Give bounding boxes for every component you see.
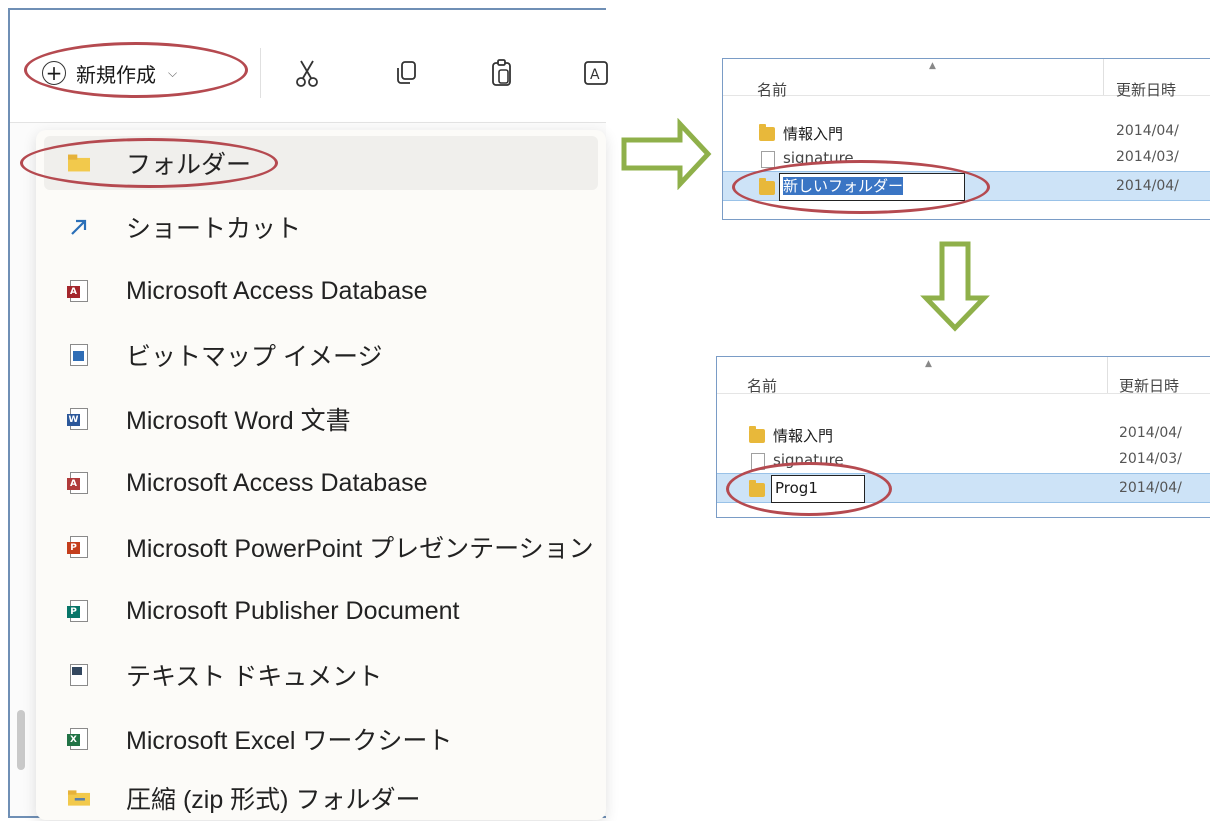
column-header: 名前 ▲ 更新日時 [723, 59, 1210, 99]
folder-icon [749, 480, 765, 497]
file-icon [751, 453, 765, 470]
copy-icon[interactable] [392, 58, 422, 88]
menu-item-publisher[interactable]: P Microsoft Publisher Document [44, 584, 598, 638]
menu-item-label: ビットマップ イメージ [126, 343, 383, 371]
toolbar: + 新規作成 ⌵ A [10, 10, 608, 123]
menu-item-label: Microsoft Excel ワークシート [126, 727, 453, 755]
menu-item-label: Microsoft Access Database [126, 468, 428, 497]
folder-icon [759, 178, 775, 195]
file-date: 2014/04/ [1119, 480, 1182, 496]
rename-input-value: 新しいフォルダー [783, 177, 904, 195]
file-name: signature [783, 149, 854, 167]
word-icon: W [67, 407, 90, 431]
menu-item-word[interactable]: W Microsoft Word 文書 [44, 392, 598, 446]
right-arrow-icon [621, 118, 712, 190]
file-name: 情報入門 [773, 427, 834, 445]
file-row[interactable]: 情報入門 2014/04/ [723, 119, 1210, 145]
explorer-window: + 新規作成 ⌵ A フォルダー ショートカット A Microsoft Acc… [8, 8, 608, 820]
menu-item-label: Microsoft Word 文書 [126, 407, 351, 435]
file-list-pane-bottom: 名前 ▲ 更新日時 情報入門 2014/04/ signature 2014/0… [716, 356, 1210, 518]
new-button[interactable]: + 新規作成 ⌵ [24, 44, 250, 102]
toolbar-divider [260, 48, 261, 98]
file-date: 2014/03/ [1116, 149, 1179, 165]
menu-item-excel[interactable]: X Microsoft Excel ワークシート [44, 712, 598, 766]
menu-item-powerpoint[interactable]: P Microsoft PowerPoint プレゼンテーション [44, 520, 598, 574]
sort-caret-icon: ▲ [925, 359, 932, 369]
down-arrow-icon [920, 241, 990, 332]
new-button-label: 新規作成 [76, 62, 156, 87]
sort-caret-icon: ▲ [929, 61, 936, 71]
access-icon: A [67, 471, 90, 495]
menu-item-text-document[interactable]: テキスト ドキュメント [44, 648, 598, 702]
menu-item-folder[interactable]: フォルダー [44, 136, 598, 190]
column-date[interactable]: 更新日時 [1119, 375, 1179, 396]
folder-icon [749, 426, 765, 443]
file-list-pane-top: 名前 ▲ 更新日時 情報入門 2014/04/ signature 2014/0… [722, 58, 1210, 220]
rename-input[interactable]: Prog1 [771, 475, 865, 503]
column-name[interactable]: 名前 [747, 375, 777, 396]
menu-item-bitmap[interactable]: ビットマップ イメージ [44, 328, 598, 382]
file-icon [761, 151, 775, 168]
excel-icon: X [67, 727, 90, 751]
column-divider [1107, 357, 1108, 393]
column-name[interactable]: 名前 [757, 79, 787, 100]
plus-circle-icon: + [42, 61, 66, 85]
zip-folder-icon [68, 786, 90, 810]
file-row[interactable]: 情報入門 2014/04/ [717, 421, 1210, 447]
folder-icon [68, 151, 90, 175]
chevron-down-icon: ⌵ [168, 65, 178, 80]
menu-item-label: Microsoft Publisher Document [126, 596, 460, 625]
menu-item-label: 圧縮 (zip 形式) フォルダー [126, 786, 421, 814]
menu-item-label: Microsoft Access Database [126, 276, 428, 305]
file-date: 2014/04/ [1119, 425, 1182, 441]
scrollbar-thumb[interactable] [17, 710, 25, 770]
file-row[interactable]: signature 2014/03/ [723, 145, 1210, 171]
shortcut-icon [68, 215, 90, 239]
menu-item-label: テキスト ドキュメント [126, 663, 383, 691]
file-date: 2014/03/ [1119, 451, 1182, 467]
folder-icon [759, 124, 775, 141]
new-item-menu: フォルダー ショートカット A Microsoft Access Databas… [36, 130, 606, 820]
menu-item-label: Microsoft PowerPoint プレゼンテーション [126, 535, 594, 563]
rename-input-value: Prog1 [775, 479, 818, 497]
rename-input[interactable]: 新しいフォルダー [779, 173, 965, 201]
menu-item-label: ショートカット [126, 215, 302, 243]
file-name: signature [773, 451, 844, 469]
scissors-icon[interactable] [292, 58, 322, 88]
file-name: 情報入門 [783, 125, 844, 143]
rename-icon[interactable]: A [582, 58, 612, 88]
column-divider [1103, 59, 1104, 95]
text-document-icon [68, 663, 90, 687]
file-date: 2014/04/ [1116, 178, 1179, 194]
paste-icon[interactable] [488, 58, 518, 88]
menu-item-access-database[interactable]: A Microsoft Access Database [44, 264, 598, 318]
column-date[interactable]: 更新日時 [1116, 79, 1176, 100]
publisher-icon: P [67, 599, 90, 623]
menu-item-access-database-2[interactable]: A Microsoft Access Database [44, 456, 598, 510]
menu-item-zip-folder[interactable]: 圧縮 (zip 形式) フォルダー [44, 776, 598, 820]
svg-text:A: A [590, 67, 600, 83]
powerpoint-icon: P [67, 535, 90, 559]
menu-item-label: フォルダー [126, 151, 252, 179]
access-icon: A [67, 279, 90, 303]
file-row[interactable]: signature 2014/03/ [717, 447, 1210, 473]
menu-item-shortcut[interactable]: ショートカット [44, 200, 598, 254]
bitmap-icon [68, 343, 90, 367]
file-date: 2014/04/ [1116, 123, 1179, 139]
column-header: 名前 ▲ 更新日時 [717, 357, 1210, 396]
